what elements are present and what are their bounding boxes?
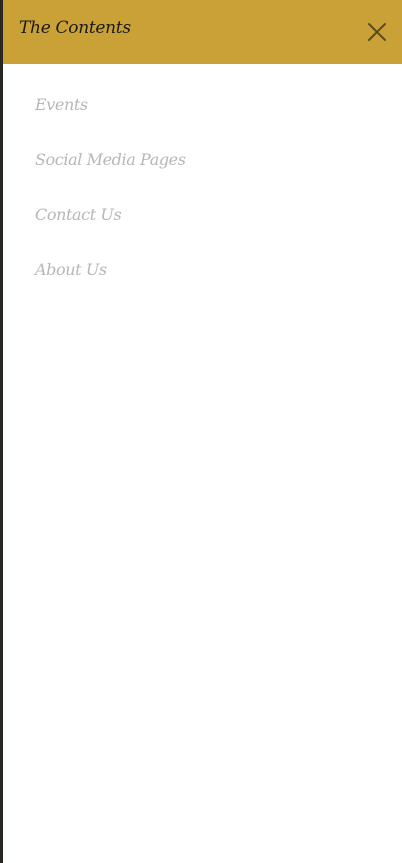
drawer-header: The Contents xyxy=(3,0,402,64)
nav-item-contact-us[interactable]: Contact Us xyxy=(3,174,402,229)
nav-item-label: About Us xyxy=(35,260,107,279)
nav-item-social-media-pages[interactable]: Social Media Pages xyxy=(3,119,402,174)
close-icon xyxy=(368,23,386,41)
nav-item-label: Social Media Pages xyxy=(35,150,186,169)
nav-item-label: Events xyxy=(35,95,88,114)
close-button[interactable] xyxy=(366,21,388,43)
nav-item-label: Contact Us xyxy=(35,205,122,224)
side-drawer: The Contents Events Social Media Pages C… xyxy=(3,0,402,863)
nav-item-about-us[interactable]: About Us xyxy=(3,229,402,284)
drawer-title: The Contents xyxy=(19,18,131,38)
drawer-nav: Events Social Media Pages Contact Us Abo… xyxy=(3,64,402,284)
nav-item-events[interactable]: Events xyxy=(3,64,402,119)
